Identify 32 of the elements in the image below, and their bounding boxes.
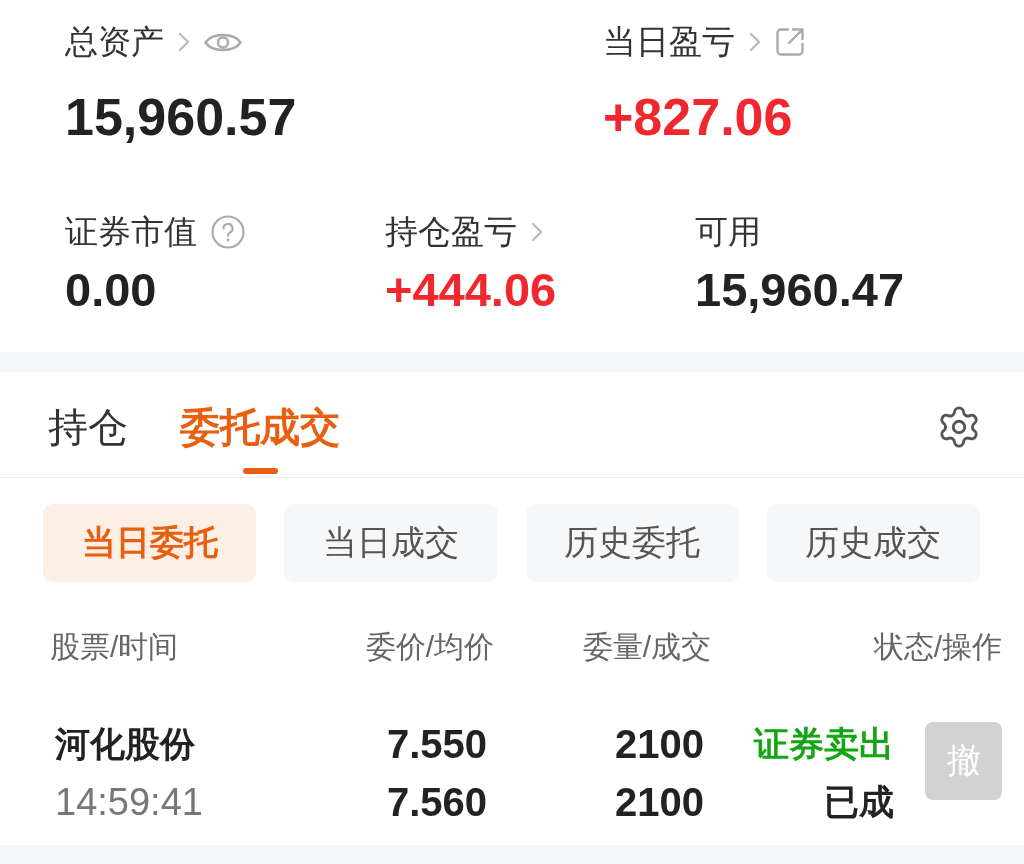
metric-label: 持仓盈亏: [385, 212, 517, 252]
external-link-icon[interactable]: [775, 27, 805, 57]
tab-underline: [242, 468, 278, 474]
tab[interactable]: 持仓: [48, 372, 128, 477]
summary-label: 总资产: [65, 22, 164, 62]
filled-quantity: 2100: [615, 780, 704, 824]
column-header: 委价/均价: [365, 629, 494, 665]
filter-button[interactable]: 历史委托: [525, 504, 739, 582]
metric-label: 可用: [695, 212, 761, 252]
order-time: 14:59:41: [54, 780, 203, 824]
column-header: 委量/成交: [582, 629, 711, 665]
column-header: 状态/操作: [873, 629, 1002, 665]
order-quantity: 2100: [615, 722, 704, 766]
average-price: 7.560: [386, 780, 487, 824]
stock-name: 河化股份: [54, 723, 195, 765]
order-price: 7.550: [386, 722, 487, 766]
metric-label: 证券市值: [65, 212, 197, 252]
filter-button[interactable]: 历史成交: [766, 504, 980, 582]
metric-value: 0.00: [65, 264, 157, 316]
metric-value: +444.06: [385, 264, 557, 316]
summary-label: 当日盈亏: [603, 22, 735, 62]
filter-button[interactable]: 当日成交: [284, 504, 498, 582]
metric-value: 15,960.47: [695, 264, 905, 316]
column-header: 股票/时间: [50, 629, 179, 665]
chevron-right-icon: [178, 32, 190, 52]
order-status: 已成: [824, 781, 894, 823]
help-icon[interactable]: [211, 215, 245, 249]
chevron-right-icon: [531, 222, 543, 242]
order-side: 证券卖出: [754, 723, 894, 765]
chevron-right-icon: [749, 32, 761, 52]
summary-value: +827.06: [603, 89, 793, 145]
summary-value: 15,960.57: [65, 89, 297, 145]
